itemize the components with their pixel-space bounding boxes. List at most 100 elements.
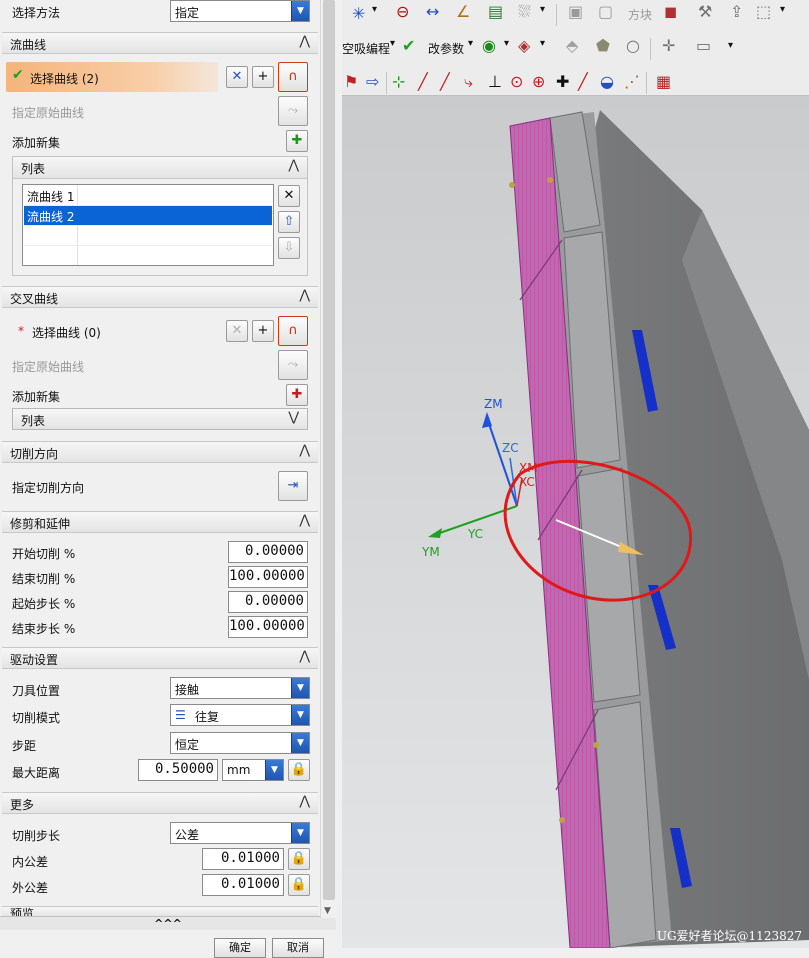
bounded-icon[interactable]: ⋰ [624,72,640,91]
grid-icon[interactable]: ▦ [656,72,671,91]
circle-icon[interactable]: ○ [626,36,640,55]
collapse-icon[interactable]: ⋀ [299,649,310,664]
list-item[interactable]: 流曲线 1 [24,186,272,206]
method-icon[interactable]: ⬘ [566,36,578,55]
panel-scrollbar[interactable]: ▼ [320,0,336,918]
quadrant-icon[interactable]: ⊕ [532,72,545,91]
unit-select[interactable]: mm ▼ [222,759,284,781]
chevron-down-icon[interactable]: ▾ [390,38,395,49]
move-down-icon[interactable]: ⇩ [278,237,300,259]
center-icon[interactable]: ⊙ [510,72,523,91]
shell-icon[interactable]: ⬚ [756,2,771,21]
lock-icon[interactable]: 🔒 [288,874,310,896]
point-on-curve-icon[interactable]: ╱ [578,72,588,91]
geometry-icon[interactable]: ◈ [518,36,530,55]
start-cut-input[interactable]: 0.00000 [228,541,308,563]
chevron-down-icon[interactable]: ▾ [468,38,473,49]
add-set-icon[interactable]: ✚ [286,384,308,406]
add-curve-icon[interactable]: + [252,66,274,88]
graphics-viewport[interactable]: ZM ZC XM XC YC YM UG爱好者论坛@1123827 [342,0,809,948]
cut-direction-icon[interactable]: ⇥ [278,471,308,501]
curve-rule-icon[interactable]: ∩ [278,316,308,346]
lock-icon[interactable]: 🔒 [288,848,310,870]
chevron-down-icon[interactable]: ▾ [504,38,509,49]
wrench-icon[interactable]: ⚒ [698,2,712,21]
drill-icon[interactable]: ⬟ [596,36,610,55]
chevron-down-icon[interactable]: ▾ [728,40,733,51]
cross-select-curve-label[interactable]: 选择曲线 (0) [32,324,101,341]
inner-tolerance-input[interactable]: 0.01000 [202,848,284,870]
origin-curve-icon[interactable]: ⤳ [278,350,308,380]
chevron-down-icon[interactable]: ▾ [372,4,377,15]
section-cross-header[interactable]: 交叉曲线 ⋀ [2,286,318,308]
folder-icon[interactable]: ▭ [696,36,711,55]
cross-list-header[interactable]: 列表 ⋁ [12,408,308,430]
method-select[interactable]: 指定 ▼ [170,0,310,22]
chevron-down-icon[interactable]: ▾ [540,38,545,49]
section-more-header[interactable]: 更多 ⋀ [2,792,318,814]
measure-angle-icon[interactable]: ∠ [456,2,470,21]
extrude-icon[interactable]: ⇪ [730,2,743,21]
tool-icon[interactable]: ◉ [482,36,496,55]
block-label[interactable]: 方块 [628,6,652,23]
deselect-icon[interactable]: ✕ [226,320,248,342]
end-cut-input[interactable]: 100.00000 [228,566,308,588]
tool-position-select[interactable]: 接触 ▼ [170,677,310,699]
max-distance-input[interactable]: 0.50000 [138,759,218,781]
move-up-icon[interactable]: ⇧ [278,211,300,233]
snap-icon[interactable]: ⊹ [392,72,405,91]
expand-icon[interactable]: ⋁ [288,410,299,425]
expand-more-button[interactable]: ^^^ [0,916,336,930]
outer-tolerance-input[interactable]: 0.01000 [202,874,284,896]
cancel-button[interactable]: 取消 [272,938,324,958]
chevron-down-icon[interactable]: ▾ [780,4,785,15]
crosshair-icon[interactable]: ✛ [662,36,675,55]
paint-icon[interactable]: ⛆ [518,2,531,22]
collapse-icon[interactable]: ⋀ [288,158,299,173]
filter-icon[interactable]: ⚑ [344,72,358,91]
arrow-right-icon[interactable]: ⇨ [366,72,379,91]
chevron-down-icon[interactable]: ▾ [540,4,545,15]
collapse-icon[interactable]: ⋀ [299,443,310,458]
end-step-input[interactable]: 100.00000 [228,616,308,638]
curve-rule-icon[interactable]: ∩ [278,62,308,92]
deselect-icon[interactable]: ✕ [226,66,248,88]
box-icon[interactable]: ▣ [568,2,583,21]
layer-icon[interactable]: ▤ [488,2,503,21]
list-item[interactable] [24,226,272,246]
cut-step-select[interactable]: 公差 ▼ [170,822,310,844]
block-icon[interactable]: ▢ [598,2,613,21]
section-cutdir-header[interactable]: 切削方向 ⋀ [2,441,318,463]
list-item[interactable]: 流曲线 2 [24,206,272,226]
stepover-select[interactable]: 恒定 ▼ [170,732,310,754]
ok-button[interactable]: 确定 [214,938,266,958]
select-curve-row[interactable]: ✔ 选择曲线 (2) [6,62,218,92]
collapse-icon[interactable]: ⋀ [299,794,310,809]
datum-axis-icon[interactable]: ✳ [352,4,365,23]
midpoint-icon[interactable]: ╱ [440,72,450,91]
collapse-icon[interactable]: ⋀ [299,34,310,49]
collapse-icon[interactable]: ⋀ [299,513,310,528]
measure-length-icon[interactable]: ↔ [426,2,439,21]
line-icon[interactable]: ╱ [418,72,428,91]
add-curve-icon[interactable]: + [252,320,274,342]
origin-curve-icon[interactable]: ⤳ [278,96,308,126]
list-header[interactable]: 列表 ⋀ [13,157,307,179]
scrollbar-thumb[interactable] [323,0,335,900]
list-item[interactable] [24,246,272,266]
section-streamline-header[interactable]: 流曲线 ⋀ [2,32,318,54]
section-drive-header[interactable]: 驱动设置 ⋀ [2,647,318,669]
curve-point-icon[interactable]: ⤷ [464,72,473,92]
scroll-down-icon[interactable]: ▼ [324,906,331,916]
start-step-input[interactable]: 0.00000 [228,591,308,613]
add-set-icon[interactable]: ✚ [286,130,308,152]
lock-icon[interactable]: 🔒 [288,759,310,781]
cube-icon[interactable]: ◼ [664,2,677,21]
program-label[interactable]: 空吸编程 [342,40,390,57]
change-params-label[interactable]: 改参数 [428,40,464,57]
curve-list[interactable]: 流曲线 1 流曲线 2 [22,184,274,266]
face-point-icon[interactable]: ◒ [600,72,614,91]
existing-point-icon[interactable]: ✚ [556,72,569,91]
remove-icon[interactable]: ✕ [278,185,300,207]
intersection-icon[interactable]: ⊥ [488,72,502,91]
